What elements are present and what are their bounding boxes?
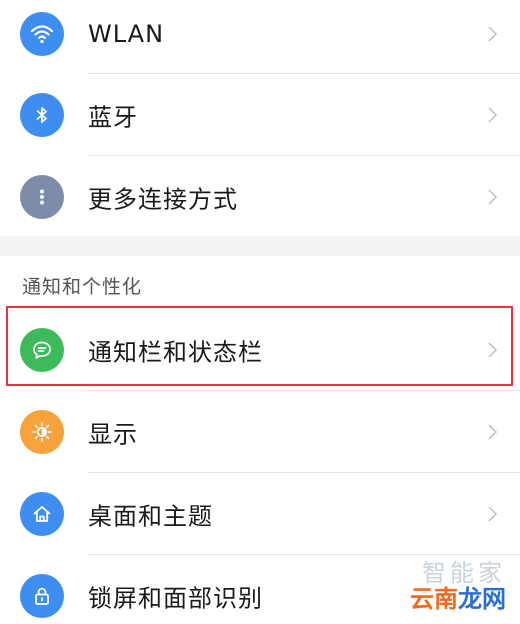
settings-item-display[interactable]: 显示: [0, 391, 520, 473]
settings-item-more-connections[interactable]: 更多连接方式: [0, 156, 520, 238]
settings-item-label: 通知栏和状态栏: [88, 338, 263, 367]
settings-item-label: WLAN: [88, 20, 165, 48]
settings-item-lock-screen[interactable]: 锁屏和面部识别: [0, 555, 520, 624]
settings-item-label: 桌面和主题: [88, 502, 213, 531]
section-title: 通知和个性化: [22, 276, 143, 298]
chevron-right-icon: [486, 340, 500, 360]
section-separator: [0, 236, 520, 256]
more-dots-icon: [20, 175, 64, 219]
message-bubble-icon: [20, 328, 64, 372]
settings-item-label: 蓝牙: [88, 103, 138, 132]
settings-item-notification-status-bar[interactable]: 通知栏和状态栏: [0, 309, 520, 391]
settings-screen: WLAN 蓝牙 更多连接方式 通知和个性化 通知栏和状态栏 显示 桌面和主题 锁…: [0, 0, 520, 624]
brightness-icon: [20, 410, 64, 454]
chevron-right-icon: [486, 24, 500, 44]
settings-item-label: 显示: [88, 420, 138, 449]
settings-item-wlan[interactable]: WLAN: [0, 0, 520, 75]
home-icon: [20, 492, 64, 536]
bluetooth-icon: [20, 93, 64, 137]
chevron-right-icon: [486, 187, 500, 207]
settings-item-label: 锁屏和面部识别: [88, 584, 263, 613]
settings-item-bluetooth[interactable]: 蓝牙: [0, 74, 520, 156]
chevron-right-icon: [486, 504, 500, 524]
chevron-right-icon: [486, 105, 500, 125]
wifi-icon: [20, 12, 64, 56]
chevron-right-icon: [486, 422, 500, 442]
lock-icon: [20, 574, 64, 618]
settings-item-desktop-themes[interactable]: 桌面和主题: [0, 473, 520, 555]
settings-item-label: 更多连接方式: [88, 185, 238, 214]
